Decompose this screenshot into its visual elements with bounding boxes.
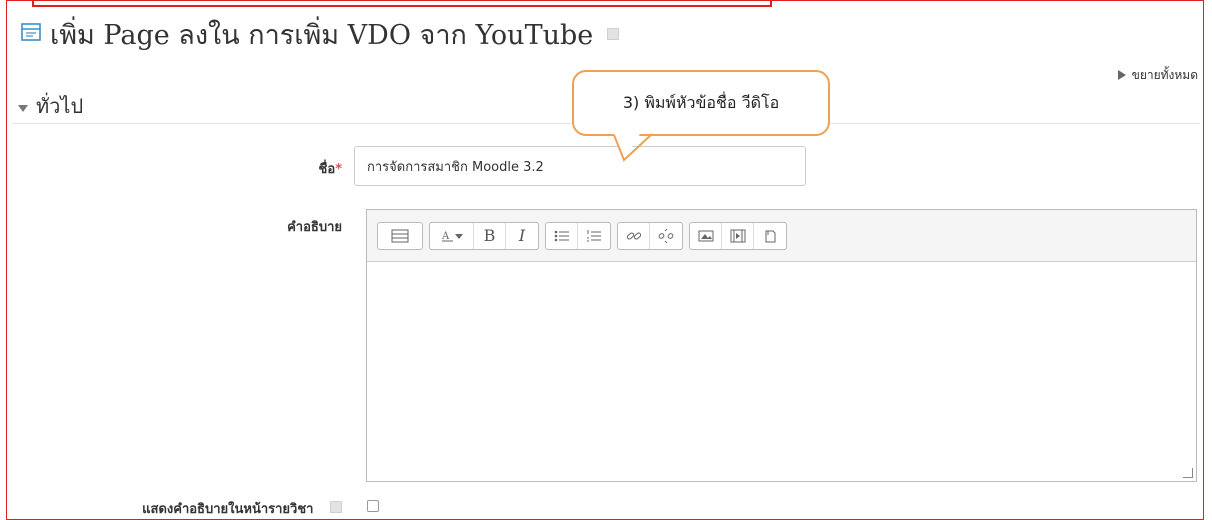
page-icon	[20, 19, 42, 50]
callout-tail	[613, 133, 653, 162]
resize-grip-icon[interactable]	[1183, 468, 1193, 478]
name-label-text: ชื่อ	[318, 162, 336, 177]
numbered-list-icon[interactable]	[578, 223, 610, 249]
caret-right-icon	[1117, 69, 1126, 83]
description-label: คำอธิบาย	[287, 220, 342, 235]
description-editor[interactable]: A B I	[366, 209, 1197, 482]
expand-all-label: ขยายทั้งหมด	[1131, 68, 1198, 82]
expand-all-link[interactable]: ขยายทั้งหมด	[1117, 66, 1198, 85]
annotation-callout: 3) พิมพ์หัวข้อชื่อ วีดิโอ	[572, 70, 830, 136]
required-marker: *	[335, 162, 342, 177]
help-icon[interactable]	[607, 28, 620, 40]
name-label: ชื่อ*	[240, 158, 342, 179]
caret-down-icon	[18, 94, 28, 118]
bold-icon[interactable]: B	[474, 222, 506, 249]
toolbar-group-toggle	[377, 221, 423, 250]
page-title-text: เพิ่ม Page ลงใน การเพิ่ม VDO จาก YouTube	[50, 19, 594, 51]
link-icon[interactable]	[618, 222, 650, 249]
svg-text:A: A	[441, 231, 450, 242]
callout-text: 3) พิมพ์หัวข้อชื่อ วีดิโอ	[622, 92, 780, 112]
show-description-checkbox[interactable]	[367, 500, 379, 512]
toolbar-group-links	[617, 221, 683, 250]
toolbar-toggle-icon[interactable]	[378, 223, 422, 249]
toolbar-group-style: A B I	[429, 221, 539, 250]
italic-icon[interactable]: I	[506, 223, 538, 249]
media-icon[interactable]	[722, 222, 754, 249]
section-header-general[interactable]: ทั่วไป	[18, 90, 83, 122]
unlink-icon[interactable]	[650, 223, 682, 249]
show-description-text: แสดงคำอธิบายในหน้ารายวิชา	[142, 502, 314, 517]
bullet-list-icon[interactable]	[546, 222, 578, 249]
toolbar-group-media	[689, 221, 787, 250]
name-input-value: การจัดการสมาชิก Moodle 3.2	[367, 159, 544, 175]
manage-files-icon[interactable]	[754, 223, 786, 249]
page-title: เพิ่ม Page ลงใน การเพิ่ม VDO จาก YouTube	[20, 16, 620, 52]
toolbar-group-lists	[545, 221, 611, 250]
help-icon[interactable]	[330, 501, 342, 513]
editor-text-area[interactable]	[367, 262, 1196, 481]
top-highlight-box	[32, 0, 772, 7]
image-icon[interactable]	[690, 222, 722, 249]
show-description-label: แสดงคำอธิบายในหน้ารายวิชา	[60, 498, 342, 519]
section-title: ทั่วไป	[36, 94, 84, 118]
editor-toolbar: A B I	[367, 210, 1196, 262]
font-color-icon[interactable]: A	[430, 222, 474, 249]
name-input[interactable]: การจัดการสมาชิก Moodle 3.2	[354, 146, 806, 186]
